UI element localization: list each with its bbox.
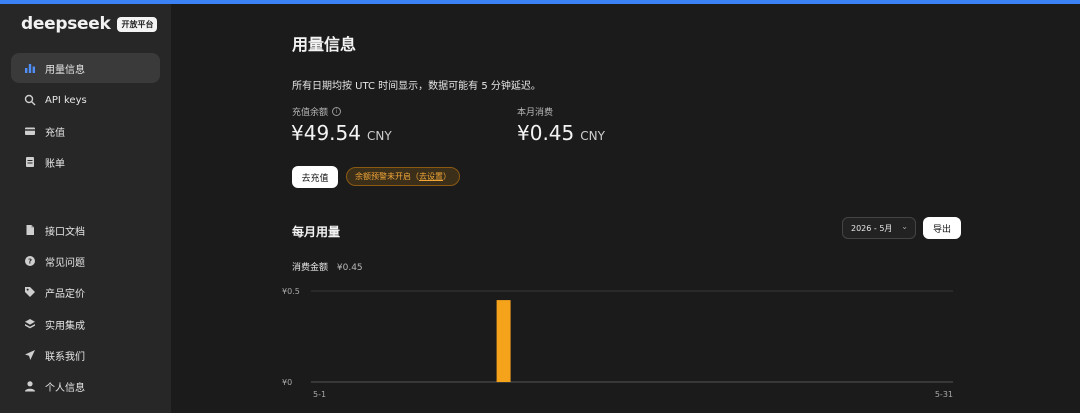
sidebar-item-contact[interactable]: 联系我们 [11,340,160,370]
user-icon [24,380,36,392]
monthly-usage-title: 每月用量 [292,225,341,239]
monthly-spend-unit: CNY [580,129,605,143]
sidebar-item-api-docs[interactable]: 接口文档 [11,215,160,245]
alert-suffix: ） [443,172,451,181]
y-tick-label: ¥0.5 [282,287,300,296]
x-tick-label-start: 5-1 [313,390,326,399]
balance-alert-chip: 余额预警未开启（ 去设置 ） [346,167,460,186]
balance-label-text: 充值余额 [292,108,329,118]
layers-icon [24,318,36,330]
brand-name: deepseek [21,14,111,34]
balance-value: ¥49.54 CNY [291,121,392,145]
info-icon[interactable]: i [332,107,342,116]
sidebar-item-label: 产品定价 [45,288,85,300]
monthly-spend-amount: ¥0.45 [517,121,575,145]
x-tick-label-end: 5-31 [935,390,953,399]
spend-amount-value: ¥0.45 [336,263,363,273]
balance-label: 充值余额 i [292,105,342,118]
monthly-spend-label-text: 本月消费 [517,108,554,118]
page-title: 用量信息 [292,35,357,54]
wallet-icon [24,125,36,137]
main-content: 用量信息 所有日期均按 UTC 时间显示，数据可能有 5 分钟延迟。 充值余额 … [171,4,1080,413]
sidebar-item-topup[interactable]: 充值 [11,116,160,146]
export-button[interactable]: 导出 [923,217,961,239]
sidebar-item-label: 个人信息 [45,382,85,394]
topup-button[interactable]: 去充值 [292,166,338,188]
sidebar-item-integrations[interactable]: 实用集成 [11,309,160,339]
sidebar-item-pricing[interactable]: 产品定价 [11,277,160,307]
sidebar-item-api-keys[interactable]: API keys [11,85,160,115]
spend-amount-label: 消费金额 [292,263,329,273]
sidebar-item-label: 充值 [45,127,65,139]
sidebar-item-profile[interactable]: 个人信息 [11,371,160,401]
month-select[interactable]: 2026 - 5月 ⌄ [842,217,916,239]
sidebar-item-faq[interactable]: ? 常见问题 [11,246,160,276]
sidebar-item-label: 账单 [45,158,65,170]
send-icon [24,349,36,361]
utc-notice: 所有日期均按 UTC 时间显示，数据可能有 5 分钟延迟。 [292,81,541,92]
chart-bar[interactable] [496,300,511,382]
platform-badge: 开放平台 [117,16,158,32]
sidebar-item-label: 接口文档 [45,226,85,238]
document-icon [24,224,36,236]
sidebar-item-label: 常见问题 [45,257,85,269]
monthly-spend-value: ¥0.45 CNY [517,121,605,145]
search-icon [24,94,36,106]
alert-settings-link[interactable]: 去设置 [419,171,443,182]
spend-amount-stat: 消费金额 ¥0.45 [292,260,363,273]
balance-amount: ¥49.54 [291,121,361,145]
chevron-down-icon: ⌄ [901,222,908,231]
balance-unit: CNY [366,129,392,143]
sidebar-item-label: 实用集成 [45,320,85,332]
tag-icon [24,286,36,298]
sidebar-item-label: 用量信息 [45,64,85,76]
bar-chart-icon [24,62,36,74]
usage-chart: ¥0 ¥0.5 5-1 5-31 [282,287,953,399]
help-icon: ? [24,255,36,267]
alert-text: 余额预警未开启（ [355,172,419,181]
sidebar-item-usage[interactable]: 用量信息 [11,53,160,83]
sidebar: deepseek 开放平台 用量信息 API keys 充值 账单 接口文档 ? [0,4,171,413]
monthly-spend-label: 本月消费 [517,105,553,118]
brand-logo[interactable]: deepseek 开放平台 [21,14,158,34]
sidebar-item-billing[interactable]: 账单 [11,147,160,177]
svg-text:?: ? [28,258,32,266]
sidebar-item-label: 联系我们 [45,351,85,363]
sidebar-item-label: API keys [45,94,87,106]
receipt-icon [24,156,36,168]
y-tick-label: ¥0 [282,378,292,387]
month-select-value: 2026 - 5月 [851,223,893,233]
